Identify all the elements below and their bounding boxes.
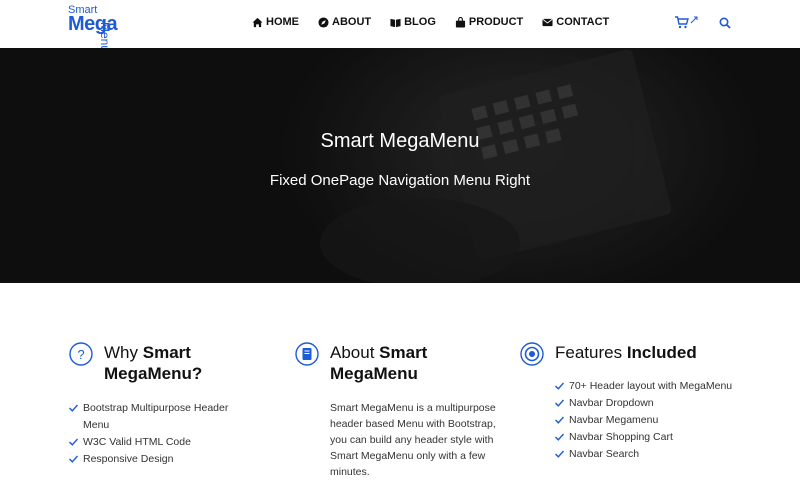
question-icon: ? bbox=[69, 342, 93, 366]
list-item-label: Responsive Design bbox=[83, 453, 174, 465]
nav-icons bbox=[675, 16, 731, 29]
logo[interactable]: Smart Mega Menu bbox=[66, 2, 130, 52]
book-icon bbox=[390, 18, 401, 27]
cart-icon[interactable] bbox=[675, 16, 689, 29]
list-item: Navbar Dropdown bbox=[555, 395, 735, 412]
hero-subtitle: Fixed OnePage Navigation Menu Right bbox=[269, 172, 531, 189]
svg-text:?: ? bbox=[77, 347, 84, 362]
check-icon bbox=[555, 416, 564, 424]
list-item-label: 70+ Header layout with MegaMenu bbox=[569, 380, 733, 392]
nav-item-label: CONTACT bbox=[556, 16, 610, 28]
list-item-label: W3C Valid HTML Code bbox=[83, 436, 191, 448]
bag-icon bbox=[455, 16, 465, 28]
home-icon bbox=[252, 17, 263, 27]
list-item: Navbar Shopping Cart bbox=[555, 429, 735, 446]
cart-count-icon bbox=[690, 16, 698, 23]
list-item: Responsive Design bbox=[69, 451, 254, 468]
nav-item-contact[interactable]: CONTACT bbox=[542, 16, 609, 28]
why-list: Bootstrap Multipurpose Header Menu W3C V… bbox=[69, 400, 254, 468]
list-item-label: Navbar Dropdown bbox=[569, 397, 654, 409]
features-list: 70+ Header layout with MegaMenu Navbar D… bbox=[555, 378, 735, 463]
about-text: Smart MegaMenu is a multipurpose header … bbox=[330, 402, 496, 478]
features-heading-bold: Included bbox=[626, 343, 697, 362]
why-heading-plain: Why bbox=[104, 343, 143, 362]
features-heading-plain: Features bbox=[555, 343, 627, 362]
check-icon bbox=[69, 455, 78, 463]
why-heading: Why Smart MegaMenu? bbox=[104, 342, 269, 384]
about-heading: About Smart MegaMenu bbox=[330, 342, 495, 384]
check-icon bbox=[555, 382, 564, 390]
check-icon bbox=[555, 433, 564, 441]
main-menu: HOME ABOUT BLOG PRODUCT CONTACT bbox=[252, 16, 628, 28]
compass-icon bbox=[318, 16, 329, 28]
search-icon[interactable] bbox=[719, 16, 731, 29]
target-icon bbox=[520, 342, 544, 366]
book-icon bbox=[295, 342, 319, 366]
about-heading-plain: About bbox=[330, 343, 380, 362]
check-icon bbox=[555, 450, 564, 458]
hero-banner: Smart MegaMenu Fixed OnePage Navigation … bbox=[0, 48, 800, 283]
list-item-label: Navbar Megamenu bbox=[569, 414, 659, 426]
check-icon bbox=[69, 438, 78, 446]
nav-item-home[interactable]: HOME bbox=[252, 16, 299, 28]
list-item: W3C Valid HTML Code bbox=[69, 434, 254, 451]
nav-item-label: PRODUCT bbox=[468, 16, 524, 28]
nav-item-label: ABOUT bbox=[332, 16, 372, 28]
nav-item-about[interactable]: ABOUT bbox=[318, 16, 371, 28]
list-item: Bootstrap Multipurpose Header Menu bbox=[69, 400, 254, 434]
features-heading: Features Included bbox=[555, 342, 720, 363]
list-item: Navbar Megamenu bbox=[555, 412, 735, 429]
list-item: Navbar Search bbox=[555, 446, 735, 463]
list-item-label: Navbar Shopping Cart bbox=[569, 431, 673, 443]
list-item-label: Navbar Search bbox=[569, 448, 640, 460]
navbar: Smart Mega Menu HOME ABOUT BLOG PRODUCT … bbox=[0, 0, 800, 52]
nav-item-label: BLOG bbox=[404, 16, 436, 28]
list-item-label: Bootstrap Multipurpose Header Menu bbox=[83, 402, 229, 431]
check-icon bbox=[555, 399, 564, 407]
hero-overlay bbox=[0, 48, 800, 283]
envelope-icon bbox=[542, 18, 553, 26]
nav-item-label: HOME bbox=[266, 16, 299, 28]
nav-item-blog[interactable]: BLOG bbox=[390, 16, 436, 28]
hero-title: Smart MegaMenu bbox=[320, 130, 480, 152]
list-item: 70+ Header layout with MegaMenu bbox=[555, 378, 735, 395]
check-icon bbox=[69, 404, 78, 412]
nav-item-product[interactable]: PRODUCT bbox=[455, 16, 523, 28]
